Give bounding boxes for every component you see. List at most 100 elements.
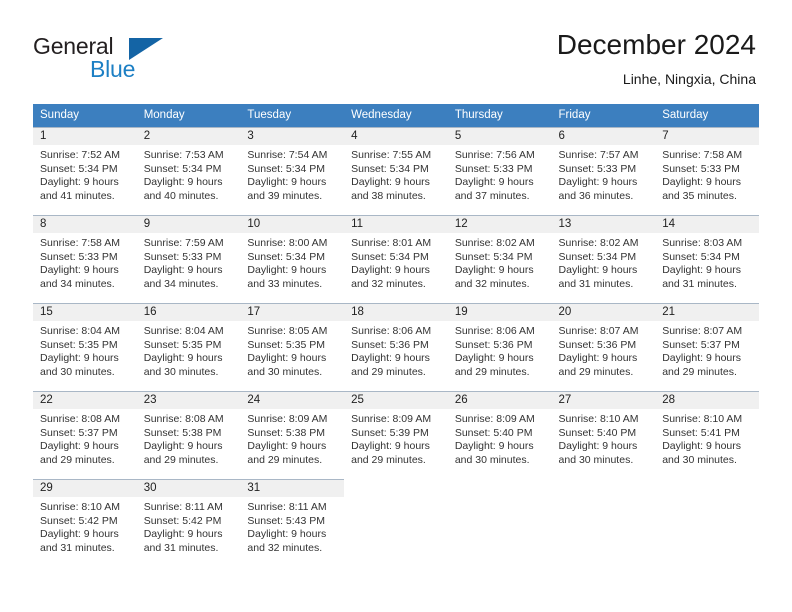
- day-cell-8[interactable]: 8 Sunrise: 7:58 AM Sunset: 5:33 PM Daylight…: [33, 215, 137, 303]
- daylight-text-line1: Daylight: 9 hours: [454, 264, 534, 277]
- calendar-cell[interactable]: 14 Sunrise: 8:03 AM Sunset: 5:34 PM Dayligh…: [655, 215, 759, 303]
- sunrise-text: Sunrise: 8:06 AM: [454, 325, 535, 337]
- calendar-cell[interactable]: 7 Sunrise: 7:58 AM Sunset: 5:33 PM Daylight…: [655, 127, 759, 215]
- calendar-cell[interactable]: 5 Sunrise: 7:56 AM Sunset: 5:33 PM Daylight…: [447, 127, 552, 215]
- day-cell-18[interactable]: 18 Sunrise: 8:06 AM Sunset: 5:36 PM Dayligh…: [344, 303, 448, 391]
- calendar-cell[interactable]: 19 Sunrise: 8:06 AM Sunset: 5:36 PM Dayligh…: [447, 303, 552, 391]
- calendar-cell[interactable]: 8 Sunrise: 7:58 AM Sunset: 5:33 PM Daylight…: [33, 215, 137, 303]
- day-cell-25[interactable]: 25 Sunrise: 8:09 AM Sunset: 5:39 PM Dayligh…: [344, 391, 448, 479]
- day-cell-3[interactable]: 3 Sunrise: 7:54 AM Sunset: 5:34 PM Daylight…: [240, 127, 345, 215]
- calendar-cell-empty: [552, 479, 656, 567]
- calendar-week-row: 29 Sunrise: 8:10 AM Sunset: 5:42 PM Dayligh…: [33, 479, 759, 567]
- calendar-cell[interactable]: 26 Sunrise: 8:09 AM Sunset: 5:40 PM Dayligh…: [447, 391, 552, 479]
- day-cell-6[interactable]: 6 Sunrise: 7:57 AM Sunset: 5:33 PM Daylight…: [551, 127, 656, 215]
- day-cell-20[interactable]: 20 Sunrise: 8:07 AM Sunset: 5:36 PM Dayligh…: [551, 303, 656, 391]
- day-cell-19[interactable]: 19 Sunrise: 8:06 AM Sunset: 5:36 PM Dayligh…: [447, 303, 552, 391]
- day-cell-26[interactable]: 26 Sunrise: 8:09 AM Sunset: 5:40 PM Dayligh…: [447, 391, 552, 479]
- daylight-text-line2: and 30 minutes.: [662, 453, 737, 466]
- day-cell-21[interactable]: 21 Sunrise: 8:07 AM Sunset: 5:37 PM Dayligh…: [655, 303, 759, 391]
- day-details: Sunrise: 8:10 AM Sunset: 5:42 PM Daylight:…: [33, 497, 137, 555]
- day-cell-4[interactable]: 4 Sunrise: 7:55 AM Sunset: 5:34 PM Daylight…: [344, 127, 448, 215]
- daylight-text-line1: Daylight: 9 hours: [40, 264, 119, 277]
- calendar-cell[interactable]: 17 Sunrise: 8:05 AM Sunset: 5:35 PM Dayligh…: [240, 303, 345, 391]
- calendar-cell[interactable]: 15 Sunrise: 8:04 AM Sunset: 5:35 PM Dayligh…: [33, 303, 137, 391]
- daylight-text-line2: and 31 minutes.: [558, 277, 634, 290]
- calendar-cell[interactable]: 24 Sunrise: 8:09 AM Sunset: 5:38 PM Dayligh…: [240, 391, 345, 479]
- daylight-text-line2: and 29 minutes.: [454, 365, 530, 378]
- calendar-cell[interactable]: 9 Sunrise: 7:59 AM Sunset: 5:33 PM Daylight…: [136, 215, 241, 303]
- day-number: [448, 480, 552, 497]
- day-number: 31: [240, 480, 345, 497]
- calendar-cell[interactable]: 1 Sunrise: 7:52 AM Sunset: 5:34 PM Daylight…: [33, 127, 137, 215]
- day-cell-30[interactable]: 30 Sunrise: 8:11 AM Sunset: 5:42 PM Dayligh…: [136, 479, 241, 567]
- calendar-cell[interactable]: 11 Sunrise: 8:01 AM Sunset: 5:34 PM Dayligh…: [344, 215, 448, 303]
- day-cell-1[interactable]: 1 Sunrise: 7:52 AM Sunset: 5:34 PM Daylight…: [33, 127, 137, 215]
- daylight-text-line1: Daylight: 9 hours: [662, 352, 742, 365]
- calendar-cell[interactable]: 27 Sunrise: 8:10 AM Sunset: 5:40 PM Dayligh…: [551, 391, 656, 479]
- daylight-text-line2: and 30 minutes.: [454, 453, 530, 466]
- day-cell-28[interactable]: 28 Sunrise: 8:10 AM Sunset: 5:41 PM Dayligh…: [655, 391, 759, 479]
- day-number: 8: [33, 216, 137, 233]
- day-cell-10[interactable]: 10 Sunrise: 8:00 AM Sunset: 5:34 PM Dayligh…: [240, 215, 345, 303]
- calendar-cell[interactable]: 30 Sunrise: 8:11 AM Sunset: 5:42 PM Dayligh…: [136, 479, 241, 567]
- calendar-cell[interactable]: 20 Sunrise: 8:07 AM Sunset: 5:36 PM Dayligh…: [551, 303, 656, 391]
- daylight-text-line2: and 34 minutes.: [143, 277, 219, 290]
- calendar-cell[interactable]: 29 Sunrise: 8:10 AM Sunset: 5:42 PM Dayligh…: [33, 479, 137, 567]
- calendar-cell[interactable]: 2 Sunrise: 7:53 AM Sunset: 5:34 PM Daylight…: [136, 127, 241, 215]
- sunrise-text: Sunrise: 7:55 AM: [351, 149, 432, 161]
- day-cell-22[interactable]: 22 Sunrise: 8:08 AM Sunset: 5:37 PM Dayligh…: [33, 391, 137, 479]
- day-cell-11[interactable]: 11 Sunrise: 8:01 AM Sunset: 5:34 PM Dayligh…: [344, 215, 448, 303]
- sunrise-text: Sunrise: 7:59 AM: [143, 237, 224, 249]
- sunset-text: Sunset: 5:43 PM: [247, 514, 326, 527]
- calendar-cell[interactable]: 23 Sunrise: 8:08 AM Sunset: 5:38 PM Dayligh…: [136, 391, 241, 479]
- sunset-text: Sunset: 5:36 PM: [454, 338, 533, 351]
- title-block: December 2024 Linhe, Ningxia, China: [557, 28, 756, 89]
- sunset-text: Sunset: 5:34 PM: [351, 162, 429, 175]
- day-number: 27: [551, 392, 656, 409]
- daylight-text-line1: Daylight: 9 hours: [351, 352, 430, 365]
- calendar-cell[interactable]: 13 Sunrise: 8:02 AM Sunset: 5:34 PM Dayligh…: [551, 215, 656, 303]
- daylight-text-line2: and 30 minutes.: [558, 453, 634, 466]
- day-cell-16[interactable]: 16 Sunrise: 8:04 AM Sunset: 5:35 PM Dayligh…: [136, 303, 241, 391]
- day-cell-12[interactable]: 12 Sunrise: 8:02 AM Sunset: 5:34 PM Dayligh…: [447, 215, 552, 303]
- day-number: [344, 480, 448, 497]
- day-cell-24[interactable]: 24 Sunrise: 8:09 AM Sunset: 5:38 PM Dayligh…: [240, 391, 345, 479]
- page-header: General Blue December 2024 Linhe, Ningxi…: [0, 0, 792, 100]
- day-number: 19: [447, 304, 552, 321]
- sunrise-text: Sunrise: 8:06 AM: [351, 325, 432, 337]
- day-number: 15: [33, 304, 137, 321]
- calendar-cell[interactable]: 10 Sunrise: 8:00 AM Sunset: 5:34 PM Dayligh…: [240, 215, 345, 303]
- day-cell-23[interactable]: 23 Sunrise: 8:08 AM Sunset: 5:38 PM Dayligh…: [136, 391, 241, 479]
- calendar-cell[interactable]: 21 Sunrise: 8:07 AM Sunset: 5:37 PM Dayligh…: [655, 303, 759, 391]
- day-cell-7[interactable]: 7 Sunrise: 7:58 AM Sunset: 5:33 PM Daylight…: [655, 127, 759, 215]
- calendar-cell[interactable]: 3 Sunrise: 7:54 AM Sunset: 5:34 PM Daylight…: [240, 127, 345, 215]
- day-cell-29[interactable]: 29 Sunrise: 8:10 AM Sunset: 5:42 PM Dayligh…: [33, 479, 137, 567]
- sunrise-text: Sunrise: 8:03 AM: [662, 237, 743, 249]
- daylight-text-line2: and 29 minutes.: [662, 365, 737, 378]
- day-cell-31[interactable]: 31 Sunrise: 8:11 AM Sunset: 5:43 PM Dayligh…: [240, 479, 345, 567]
- day-cell-empty: [448, 479, 552, 567]
- day-cell-27[interactable]: 27 Sunrise: 8:10 AM Sunset: 5:40 PM Dayligh…: [551, 391, 656, 479]
- calendar-cell[interactable]: 6 Sunrise: 7:57 AM Sunset: 5:33 PM Daylight…: [551, 127, 656, 215]
- day-number: 25: [344, 392, 448, 409]
- calendar-cell[interactable]: 25 Sunrise: 8:09 AM Sunset: 5:39 PM Dayligh…: [344, 391, 448, 479]
- calendar-cell[interactable]: 28 Sunrise: 8:10 AM Sunset: 5:41 PM Dayligh…: [655, 391, 759, 479]
- day-cell-5[interactable]: 5 Sunrise: 7:56 AM Sunset: 5:33 PM Daylight…: [447, 127, 552, 215]
- calendar-cell[interactable]: 16 Sunrise: 8:04 AM Sunset: 5:35 PM Dayligh…: [136, 303, 241, 391]
- day-number: 17: [240, 304, 345, 321]
- day-cell-2[interactable]: 2 Sunrise: 7:53 AM Sunset: 5:34 PM Daylight…: [136, 127, 241, 215]
- calendar-cell[interactable]: 12 Sunrise: 8:02 AM Sunset: 5:34 PM Dayligh…: [447, 215, 552, 303]
- day-number: 6: [551, 128, 656, 145]
- calendar-cell[interactable]: 18 Sunrise: 8:06 AM Sunset: 5:36 PM Dayligh…: [344, 303, 448, 391]
- calendar-cell[interactable]: 22 Sunrise: 8:08 AM Sunset: 5:37 PM Dayligh…: [33, 391, 137, 479]
- calendar-cell[interactable]: 4 Sunrise: 7:55 AM Sunset: 5:34 PM Daylight…: [344, 127, 448, 215]
- day-number: [655, 480, 759, 497]
- calendar-cell[interactable]: 31 Sunrise: 8:11 AM Sunset: 5:43 PM Dayligh…: [240, 479, 345, 567]
- day-cell-17[interactable]: 17 Sunrise: 8:05 AM Sunset: 5:35 PM Dayligh…: [240, 303, 345, 391]
- day-cell-13[interactable]: 13 Sunrise: 8:02 AM Sunset: 5:34 PM Dayligh…: [551, 215, 656, 303]
- daylight-text-line2: and 29 minutes.: [558, 365, 634, 378]
- day-cell-14[interactable]: 14 Sunrise: 8:03 AM Sunset: 5:34 PM Dayligh…: [655, 215, 759, 303]
- sunrise-text: Sunrise: 8:10 AM: [558, 413, 639, 425]
- day-cell-9[interactable]: 9 Sunrise: 7:59 AM Sunset: 5:33 PM Daylight…: [136, 215, 241, 303]
- day-cell-15[interactable]: 15 Sunrise: 8:04 AM Sunset: 5:35 PM Dayligh…: [33, 303, 137, 391]
